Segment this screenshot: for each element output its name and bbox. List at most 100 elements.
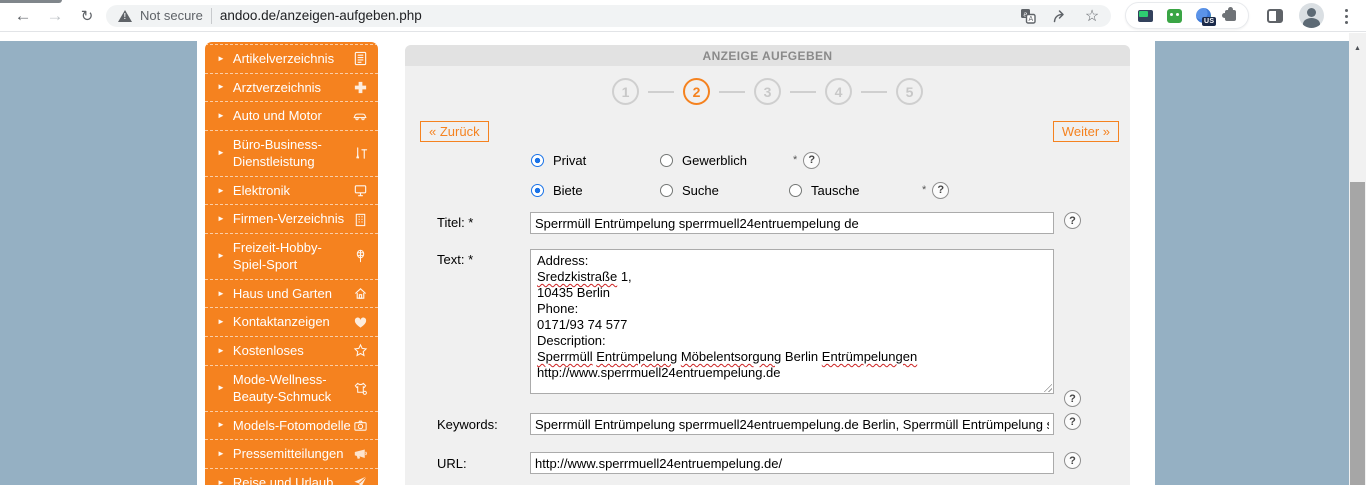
vertical-scrollbar[interactable] [1349, 33, 1366, 485]
url-text[interactable]: andoo.de/anzeigen-aufgeben.php [220, 8, 1011, 23]
share-icon[interactable] [1051, 7, 1069, 25]
sidebar-item-haus-und-garten[interactable]: Haus und Garten [205, 280, 378, 309]
sidebar-item-pressemitteilungen[interactable]: Pressemitteilungen [205, 440, 378, 469]
help-icon[interactable]: ? [1064, 452, 1081, 469]
page-background-left [0, 41, 197, 485]
text-label: Text: * [437, 252, 474, 267]
caret-right-icon [217, 215, 225, 223]
svg-text:A: A [1028, 16, 1033, 23]
caret-right-icon [217, 149, 225, 157]
caret-right-icon [217, 252, 225, 260]
radio-icon[interactable] [531, 183, 544, 197]
sidebar-item-freizeit-hobby-spiel-sport[interactable]: Freizeit-Hobby-Spiel-Sport [205, 234, 378, 280]
forward-icon[interactable] [42, 3, 68, 29]
side-panel-icon[interactable] [1267, 8, 1283, 23]
profile-avatar[interactable] [1299, 3, 1324, 28]
help-icon[interactable]: ? [1064, 413, 1081, 430]
shirt-icon [351, 381, 369, 396]
category-sidebar: Artikelverzeichnis Arztverzeichnis Auto … [205, 42, 378, 485]
translate-icon[interactable]: aA [1019, 7, 1037, 25]
scrollbar-up-arrow-icon[interactable] [1349, 41, 1366, 55]
next-button[interactable]: Weiter » [1052, 121, 1119, 142]
sidebar-item-firmen-verzeichnis[interactable]: Firmen-Verzeichnis [205, 205, 378, 234]
help-icon[interactable]: ? [932, 181, 950, 199]
help-icon[interactable]: ? [1064, 390, 1081, 407]
type-radio-group: Privat Gewerblich * ? [531, 151, 821, 169]
back-button[interactable]: « Zurück [420, 121, 489, 142]
sidebar-item-kontaktanzeigen[interactable]: Kontaktanzeigen [205, 308, 378, 338]
tab-strip-remnant [0, 0, 62, 3]
caret-right-icon [217, 347, 225, 355]
radio-icon[interactable] [660, 153, 673, 167]
sidebar-item-reise-und-urlaub[interactable]: Reise und Urlaub [205, 469, 378, 485]
caret-right-icon [217, 479, 225, 485]
keywords-label: Keywords: [437, 417, 498, 432]
caret-right-icon [217, 421, 225, 429]
text-textarea[interactable]: Address: Sredzkistraße 1, 10435 Berlin Pho… [530, 249, 1054, 394]
titel-input[interactable] [530, 212, 1054, 234]
sidebar-item-buero-business-dienstleistung[interactable]: Büro-Business-Dienstleistung [205, 131, 378, 177]
car-icon [351, 108, 369, 123]
scrollbar-thumb[interactable] [1350, 182, 1365, 485]
titel-label: Titel: * [437, 215, 474, 230]
step-circle-5: 5 [896, 78, 923, 105]
radio-icon[interactable] [531, 153, 544, 167]
help-icon[interactable]: ? [1064, 212, 1081, 229]
sidebar-item-auto-und-motor[interactable]: Auto und Motor [205, 102, 378, 131]
caret-right-icon [217, 55, 225, 63]
radio-icon[interactable] [660, 183, 673, 197]
step-connector [719, 90, 745, 93]
step-circle-2: 2 [683, 78, 710, 105]
help-icon[interactable]: ? [803, 151, 821, 169]
sidebar-item-models-fotomodelle[interactable]: Models-Fotomodelle [205, 412, 378, 441]
textarea-content: Address: Sredzkistraße 1, 10435 Berlin Pho… [537, 253, 918, 380]
step-connector [790, 90, 816, 93]
url-label: URL: [437, 456, 467, 471]
step-circle-3: 3 [754, 78, 781, 105]
radio-suche[interactable]: Suche [660, 183, 789, 198]
sidebar-item-arztverzeichnis[interactable]: Arztverzeichnis [205, 74, 378, 103]
radio-tausche[interactable]: Tausche [789, 183, 918, 198]
offer-radio-group: Biete Suche Tausche * ? [531, 181, 950, 199]
back-icon[interactable] [10, 3, 36, 29]
sidebar-item-kostenloses[interactable]: Kostenloses [205, 337, 378, 366]
radio-gewerblich[interactable]: Gewerblich [660, 153, 789, 168]
caret-right-icon [217, 187, 225, 195]
url-input[interactable] [530, 452, 1054, 474]
us-badge: US [1202, 17, 1217, 26]
star-icon [351, 343, 369, 358]
briefcase-extension-icon[interactable] [1138, 9, 1153, 22]
step-circle-1: 1 [612, 78, 639, 105]
heart-icon [351, 315, 369, 330]
robot-extension-icon[interactable] [1167, 8, 1182, 23]
page-background-right [1155, 41, 1349, 485]
sidebar-item-elektronik[interactable]: Elektronik [205, 177, 378, 206]
radio-icon[interactable] [789, 183, 802, 197]
caret-right-icon [217, 83, 225, 91]
anzeige-aufgeben-panel: ANZEIGE AUFGEBEN 1 2 3 4 5 « Zurück Weit… [405, 45, 1130, 485]
required-marker: * [793, 154, 798, 166]
bookmark-star-icon[interactable] [1083, 7, 1101, 25]
radio-privat[interactable]: Privat [531, 153, 660, 168]
security-label: Not secure [140, 8, 203, 23]
warning-icon[interactable] [118, 9, 132, 22]
resize-handle-icon[interactable] [1042, 382, 1052, 392]
sidebar-item-mode-wellness-beauty-schmuck[interactable]: Mode-Wellness-Beauty-Schmuck [205, 366, 378, 412]
keywords-input[interactable] [530, 413, 1054, 435]
reload-icon[interactable] [74, 3, 100, 29]
extensions-puzzle-icon[interactable] [1222, 7, 1236, 21]
monitor-icon [351, 183, 369, 198]
medical-cross-icon [351, 80, 369, 95]
plane-icon [351, 475, 369, 485]
building-icon [351, 212, 369, 227]
house-icon [351, 286, 369, 301]
menu-kebab-icon[interactable] [1338, 4, 1356, 28]
caret-right-icon [217, 450, 225, 458]
caret-right-icon [217, 318, 225, 326]
camera-icon [351, 418, 369, 433]
globe-us-extension-icon[interactable]: US [1196, 8, 1217, 26]
radio-biete[interactable]: Biete [531, 183, 660, 198]
sidebar-item-artikelverzeichnis[interactable]: Artikelverzeichnis [205, 44, 378, 74]
extensions-pill: US [1125, 2, 1249, 29]
address-bar[interactable]: Not secure andoo.de/anzeigen-aufgeben.ph… [106, 4, 1111, 27]
